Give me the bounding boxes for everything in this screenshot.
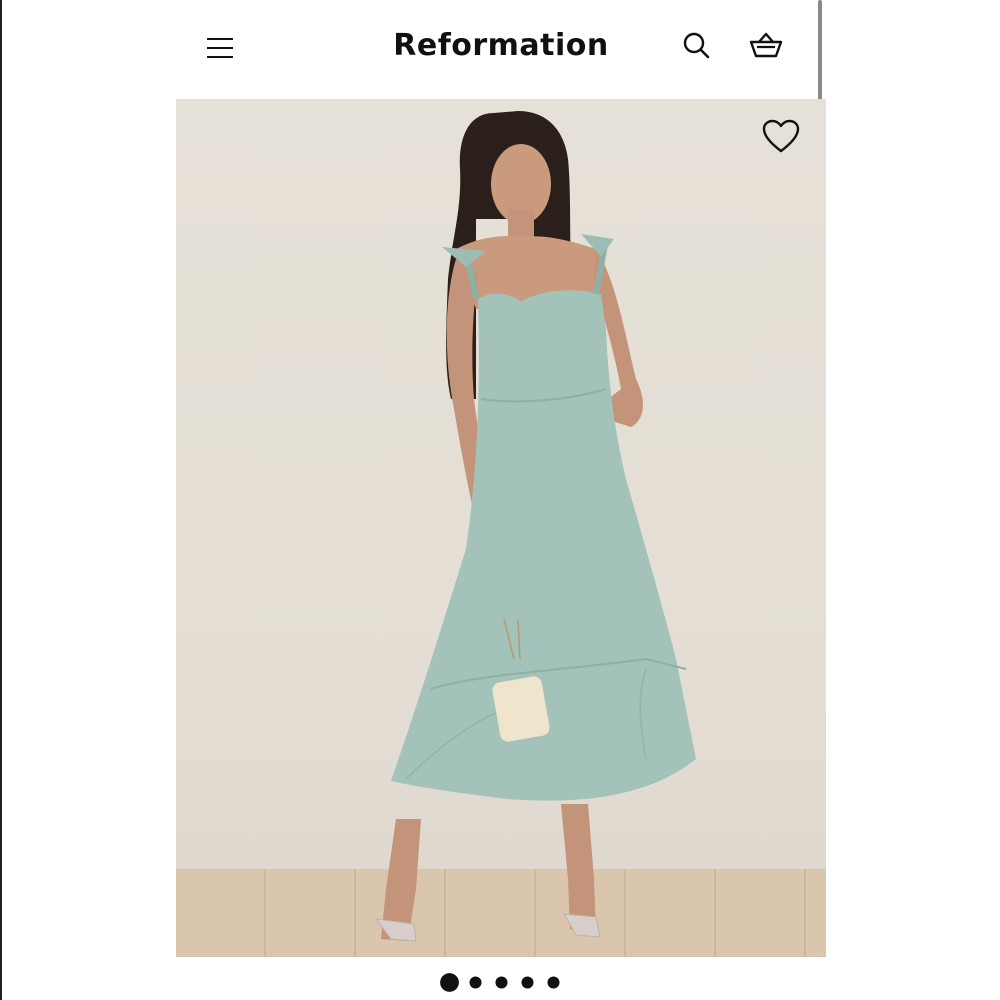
model-in-dress-illustration xyxy=(374,111,696,942)
shopping-basket-icon xyxy=(749,32,783,58)
carousel-dot[interactable] xyxy=(521,976,533,989)
search-button[interactable] xyxy=(681,30,713,62)
search-icon xyxy=(683,32,710,59)
heart-outline-icon xyxy=(762,119,800,153)
top-nav-bar: Reformation xyxy=(176,0,826,98)
favorite-button[interactable] xyxy=(761,117,801,157)
carousel-dot[interactable] xyxy=(469,976,481,989)
cart-button[interactable] xyxy=(748,28,784,64)
product-image[interactable] xyxy=(176,99,826,957)
brand-logo[interactable]: Reformation xyxy=(176,28,826,63)
carousel-dot[interactable] xyxy=(495,976,507,989)
window-edge xyxy=(0,0,2,1000)
carousel-dot[interactable] xyxy=(547,976,559,989)
carousel-dot[interactable] xyxy=(439,973,459,992)
carousel-pagination xyxy=(0,973,1000,992)
